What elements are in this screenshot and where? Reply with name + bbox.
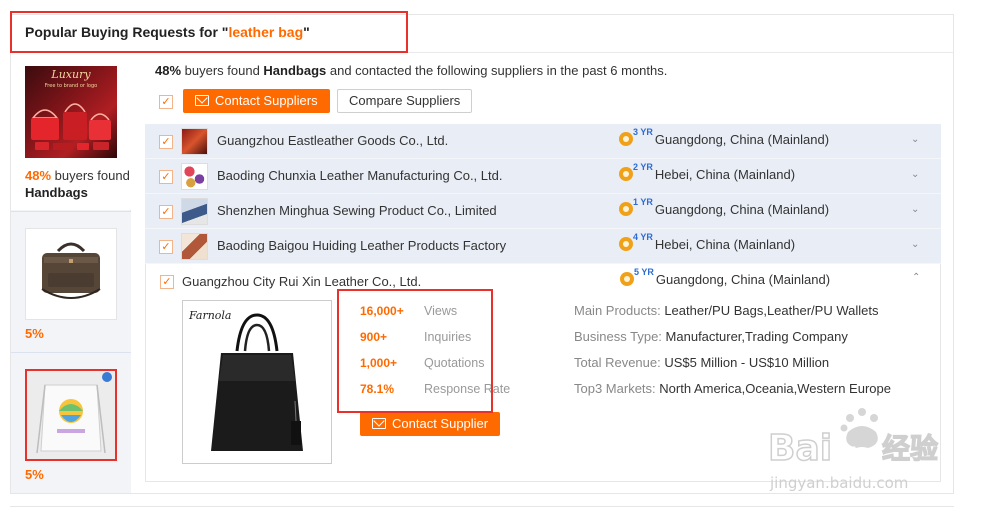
chevron-down-icon[interactable]: ⌄	[911, 134, 919, 145]
contact-suppliers-label: Contact Suppliers	[215, 93, 318, 108]
supplier-name[interactable]: Baoding Baigou Huiding Leather Products …	[217, 238, 506, 253]
handbags-percent: 48%	[25, 168, 52, 183]
svg-text:Farnola: Farnola	[188, 309, 232, 322]
bottom-divider	[10, 506, 954, 507]
svg-text:jingyan.baidu.com: jingyan.baidu.com	[769, 474, 908, 492]
supplier-checkbox[interactable]: ✓	[160, 275, 174, 289]
chevron-down-icon[interactable]: ⌄	[911, 239, 919, 250]
supplier-checkbox[interactable]: ✓	[159, 240, 173, 254]
expanded-location-text: Guangdong, China (Mainland)	[655, 272, 831, 287]
detail-top-markets: Top3 Markets: North America,Oceania,West…	[574, 381, 891, 396]
expanded-supplier-location: 5 YR Guangdong, China (Mainland)	[620, 267, 831, 289]
supplier-checkbox[interactable]: ✓	[159, 135, 173, 149]
gold-supplier-icon	[619, 131, 633, 146]
supplier-name[interactable]: Shenzhen Minghua Sewing Product Co., Lim…	[217, 203, 497, 218]
supplier-years: 3 YR	[633, 127, 653, 137]
detail-main-products: Main Products: Leather/PU Bags,Leather/P…	[574, 303, 878, 318]
supplier-years: 1 YR	[633, 197, 653, 207]
supplier-location: 4 YR Hebei, China (Mainland)	[619, 232, 796, 254]
supplier-checkbox[interactable]: ✓	[159, 170, 173, 184]
handbags-found-text: 48% buyers found Handbags	[25, 167, 131, 201]
supplier-row[interactable]: ✓ Shenzhen Minghua Sewing Product Co., L…	[145, 194, 941, 229]
detail-value: North America,Oceania,Western Europe	[659, 381, 891, 396]
gold-supplier-icon	[619, 166, 633, 181]
handbags-collage-image: Luxury Free to brand or logo	[31, 68, 111, 150]
supplier-row[interactable]: ✓ Guangzhou Eastleather Goods Co., Ltd. …	[145, 124, 941, 159]
supplier-location: 2 YR Hebei, China (Mainland)	[619, 162, 796, 184]
contact-suppliers-button[interactable]: Contact Suppliers	[183, 89, 330, 113]
expanded-supplier-years: 5 YR	[634, 267, 654, 277]
expanded-supplier-name[interactable]: Guangzhou City Rui Xin Leather Co., Ltd.	[182, 274, 421, 289]
category-tile-handbags[interactable]: Luxury Free to brand or logo 48% buyers …	[11, 54, 131, 210]
leather-briefcase-image	[41, 242, 101, 299]
black-tote-bag-image: Farnola	[188, 309, 303, 451]
category-sidebar: Luxury Free to brand or logo 48% buyers …	[11, 54, 131, 493]
stats-highlight-box	[337, 289, 493, 413]
compare-suppliers-button[interactable]: Compare Suppliers	[337, 89, 473, 113]
detail-key: Top3 Markets:	[574, 381, 660, 396]
drawstring-percent: 5%	[25, 467, 44, 482]
supplier-years: 2 YR	[633, 162, 653, 172]
svg-text:Luxury: Luxury	[50, 68, 91, 81]
supplier-checkbox[interactable]: ✓	[159, 205, 173, 219]
chevron-down-icon[interactable]: ⌄	[911, 169, 919, 180]
supplier-logo[interactable]	[181, 128, 208, 155]
category-tile-briefcase[interactable]: 5%	[11, 211, 131, 352]
handbags-category-label: Handbags	[25, 185, 88, 200]
mail-icon	[195, 95, 209, 106]
buyers-found-label: buyers found	[51, 168, 130, 183]
handbags-thumbnail[interactable]: Luxury Free to brand or logo	[25, 66, 117, 158]
supplier-location: 1 YR Guangdong, China (Mainland)	[619, 197, 830, 219]
supplier-logo[interactable]	[181, 233, 208, 260]
detail-value: US$5 Million - US$10 Million	[664, 355, 830, 370]
supplier-row[interactable]: ✓ Baoding Chunxia Leather Manufacturing …	[145, 159, 941, 194]
baidu-watermark-logo: Bai du 经验 jingyan.baidu.com	[767, 408, 939, 492]
supplier-logo[interactable]	[181, 198, 208, 225]
summary-text-a: buyers found	[181, 63, 264, 78]
gold-supplier-icon	[619, 236, 633, 251]
svg-text:Free to brand or logo: Free to brand or logo	[45, 83, 97, 89]
supplier-location-text: Hebei, China (Mainland)	[654, 237, 796, 252]
select-all-checkbox[interactable]: ✓	[159, 95, 173, 109]
detail-value: Manufacturer,Trading Company	[665, 329, 848, 344]
detail-key: Total Revenue:	[574, 355, 665, 370]
svg-text:du: du	[844, 444, 870, 465]
drawstring-bag-image	[27, 371, 115, 459]
gold-supplier-icon	[620, 271, 634, 286]
drawstring-thumbnail[interactable]	[25, 369, 117, 461]
summary-text: 48% buyers found Handbags and contacted …	[155, 63, 667, 78]
detail-value: Leather/PU Bags,Leather/PU Wallets	[664, 303, 879, 318]
title-highlight-box	[10, 11, 408, 53]
supplier-logo[interactable]	[181, 163, 208, 190]
supplier-location-text: Hebei, China (Mainland)	[654, 167, 796, 182]
supplier-name[interactable]: Baoding Chunxia Leather Manufacturing Co…	[217, 168, 502, 183]
briefcase-thumbnail[interactable]	[25, 228, 117, 320]
supplier-name[interactable]: Guangzhou Eastleather Goods Co., Ltd.	[217, 133, 448, 148]
supplier-years: 4 YR	[633, 232, 653, 242]
summary-category: Handbags	[263, 63, 327, 78]
chevron-down-icon[interactable]: ⌄	[911, 204, 919, 215]
mail-icon	[372, 418, 386, 429]
contact-supplier-button[interactable]: Contact Supplier	[360, 412, 501, 436]
svg-text:经验: 经验	[882, 432, 938, 465]
detail-key: Business Type:	[574, 329, 666, 344]
contact-supplier-label: Contact Supplier	[392, 416, 489, 431]
product-image[interactable]: Farnola	[182, 300, 332, 464]
gold-supplier-icon	[619, 201, 633, 216]
detail-business-type: Business Type: Manufacturer,Trading Comp…	[574, 329, 848, 344]
detail-total-revenue: Total Revenue: US$5 Million - US$10 Mill…	[574, 355, 829, 370]
detail-key: Main Products:	[574, 303, 665, 318]
supplier-location: 3 YR Guangdong, China (Mainland)	[619, 127, 830, 149]
summary-text-b: and contacted the following suppliers in…	[326, 63, 668, 78]
category-tile-drawstring[interactable]: 5%	[11, 352, 131, 493]
briefcase-percent: 5%	[25, 326, 44, 341]
baidu-jingyan-watermark: Bai du 经验 jingyan.baidu.com	[767, 402, 958, 497]
summary-percent: 48%	[155, 63, 182, 78]
supplier-location-text: Guangdong, China (Mainland)	[654, 202, 830, 217]
svg-text:Bai: Bai	[768, 428, 832, 469]
chevron-up-icon[interactable]: ⌃	[912, 272, 920, 283]
supplier-row[interactable]: ✓ Baoding Baigou Huiding Leather Product…	[145, 229, 941, 264]
supplier-location-text: Guangdong, China (Mainland)	[654, 132, 830, 147]
